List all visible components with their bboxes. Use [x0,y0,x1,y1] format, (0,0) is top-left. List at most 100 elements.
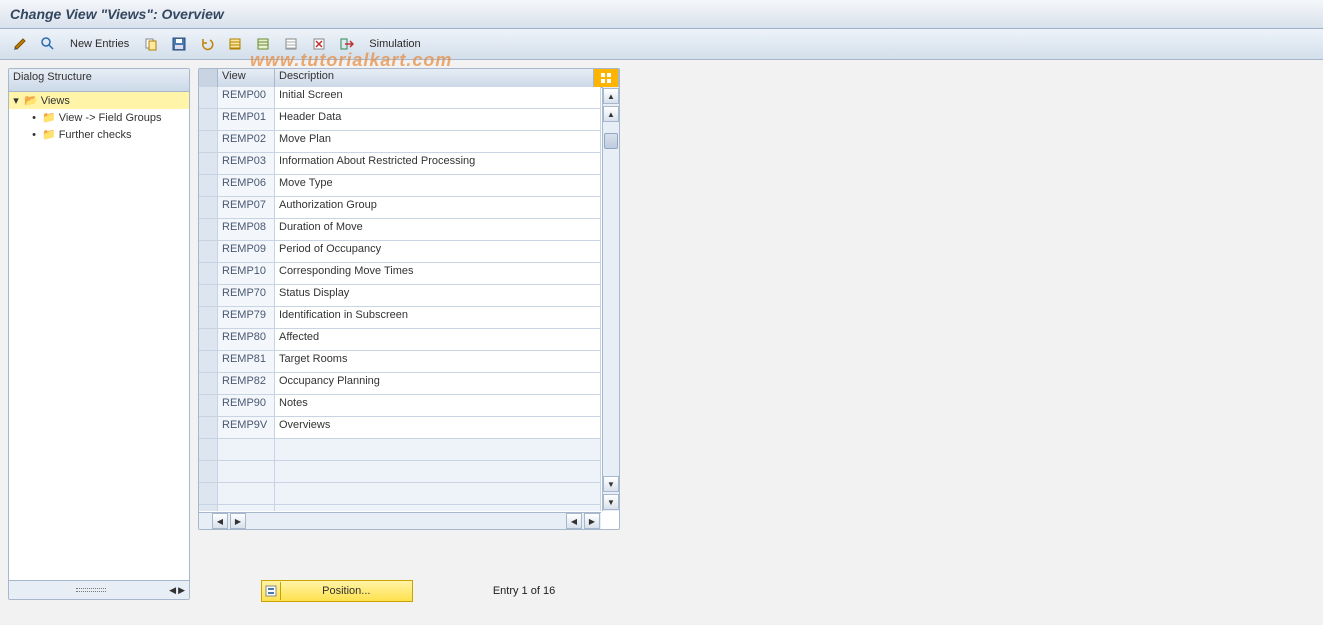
tree-item-label: View -> Field Groups [59,112,162,124]
cell-view [218,439,275,460]
configure-columns-icon[interactable] [594,69,619,87]
scroll-right-icon[interactable]: ▶ [230,513,246,529]
row-selector[interactable] [199,109,218,130]
row-selector[interactable] [199,351,218,372]
exit-icon[interactable] [335,33,359,55]
row-selector[interactable] [199,175,218,196]
row-selector[interactable] [199,329,218,350]
cell-description: Overviews [275,417,601,438]
table-row[interactable]: REMP81Target Rooms [199,351,601,373]
toggle-edit-icon[interactable] [8,33,32,55]
row-selector[interactable] [199,153,218,174]
table-row[interactable]: REMP09Period of Occupancy [199,241,601,263]
undo-icon[interactable] [195,33,219,55]
row-selector[interactable] [199,263,218,284]
save-icon[interactable] [167,33,191,55]
row-selector[interactable] [199,219,218,240]
delete-icon[interactable] [307,33,331,55]
scroll-thumb[interactable] [604,133,618,149]
table-row[interactable]: REMP01Header Data [199,109,601,131]
cell-description [275,439,601,460]
table-row[interactable]: REMP90Notes [199,395,601,417]
row-selector[interactable] [199,395,218,416]
cell-view: REMP10 [218,263,275,284]
cell-view: REMP09 [218,241,275,262]
cell-description: Corresponding Move Times [275,263,601,284]
tree-item-field-groups[interactable]: • 📁 View -> Field Groups [9,109,189,126]
cell-description [275,483,601,504]
col-selector[interactable] [199,69,218,87]
row-selector[interactable] [199,197,218,218]
cell-description: Header Data [275,109,601,130]
expand-icon[interactable]: ▾ [11,94,21,107]
tree-scroll-left-icon[interactable]: ◀ [169,585,176,596]
cell-description: Authorization Group [275,197,601,218]
position-icon [262,582,281,600]
cell-view [218,483,275,504]
position-label: Position... [281,585,412,597]
cell-view: REMP90 [218,395,275,416]
scroll-up-icon[interactable]: ▲ [603,88,619,104]
bullet-icon: • [29,129,39,141]
table-row[interactable]: REMP07Authorization Group [199,197,601,219]
row-selector[interactable] [199,307,218,328]
table-row[interactable]: REMP10Corresponding Move Times [199,263,601,285]
row-selector[interactable] [199,417,218,438]
table-row[interactable]: REMP9VOverviews [199,417,601,439]
table-row[interactable]: REMP02Move Plan [199,131,601,153]
scroll-up-icon[interactable]: ▲ [603,106,619,122]
scroll-left-icon[interactable]: ◀ [212,513,228,529]
cell-view: REMP00 [218,87,275,108]
row-selector[interactable] [199,87,218,108]
table-row [199,505,601,511]
table-row[interactable]: REMP70Status Display [199,285,601,307]
scroll-down-icon[interactable]: ▼ [603,476,619,492]
find-icon[interactable] [36,33,60,55]
scroll-right-icon[interactable]: ▶ [584,513,600,529]
table-row[interactable]: REMP06Move Type [199,175,601,197]
scroll-left-icon[interactable]: ◀ [566,513,582,529]
table-row[interactable]: REMP82Occupancy Planning [199,373,601,395]
row-selector[interactable] [199,285,218,306]
folder-icon: 📁 [42,128,56,141]
copy-icon[interactable] [139,33,163,55]
cell-description: Move Type [275,175,601,196]
row-selector[interactable] [199,131,218,152]
grid-footer: Position... Entry 1 of 16 [198,580,618,602]
table-row [199,439,601,461]
cell-view: REMP03 [218,153,275,174]
cell-description: Target Rooms [275,351,601,372]
table-row[interactable]: REMP79Identification in Subscreen [199,307,601,329]
row-selector[interactable] [199,241,218,262]
deselect-all-icon[interactable] [279,33,303,55]
entry-counter: Entry 1 of 16 [493,585,555,597]
tree-item-views[interactable]: ▾ 📂 Views [9,92,189,109]
tree-item-label: Further checks [59,129,132,141]
resize-handle[interactable] [66,586,116,594]
position-button[interactable]: Position... [261,580,413,602]
col-description[interactable]: Description [275,69,594,87]
horizontal-scrollbar[interactable]: ◀ ▶ ◀ ▶ [199,512,601,529]
select-block-icon[interactable] [251,33,275,55]
grid-body: REMP00Initial ScreenREMP01Header DataREM… [199,87,601,511]
table-row[interactable]: REMP80Affected [199,329,601,351]
simulation-button[interactable]: Simulation [363,38,426,50]
cell-view [218,505,275,511]
table-row[interactable]: REMP08Duration of Move [199,219,601,241]
vertical-scrollbar[interactable]: ▲ ▲ ▼ ▼ [602,87,619,511]
dialog-structure-panel: Dialog Structure ▾ 📂 Views • 📁 View -> F… [8,68,190,600]
cell-description: Notes [275,395,601,416]
table-row[interactable]: REMP00Initial Screen [199,87,601,109]
col-view[interactable]: View [218,69,275,87]
tree-body: ▾ 📂 Views • 📁 View -> Field Groups • 📁 F… [9,92,189,580]
row-selector[interactable] [199,373,218,394]
tree-item-further-checks[interactable]: • 📁 Further checks [9,126,189,143]
new-entries-button[interactable]: New Entries [64,38,135,50]
scroll-down-icon[interactable]: ▼ [603,494,619,510]
cell-view: REMP02 [218,131,275,152]
grid-header: View Description [199,69,619,88]
cell-description: Move Plan [275,131,601,152]
table-row[interactable]: REMP03Information About Restricted Proce… [199,153,601,175]
select-all-icon[interactable] [223,33,247,55]
tree-scroll-right-icon[interactable]: ▶ [178,585,185,596]
